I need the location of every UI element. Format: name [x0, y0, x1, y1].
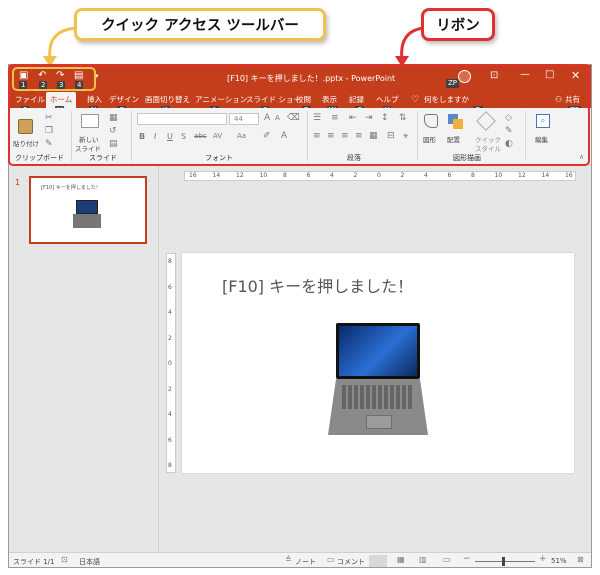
laptop-image[interactable] [328, 321, 428, 437]
reading-view-icon[interactable]: ▥ [419, 556, 427, 564]
ruler-tick-label: 4 [168, 411, 172, 418]
notes-icon: ≙ [285, 555, 292, 564]
status-bar: スライド 1/1 ⊡ 日本語 ≙ ノート ▭ コメント ▦ ▥ ▭ − + 51… [9, 552, 591, 567]
zoom-slider[interactable] [475, 561, 535, 562]
accessibility-icon[interactable]: ⊡ [61, 556, 68, 564]
slide-sorter-icon[interactable]: ▦ [397, 556, 405, 564]
ruler-tick-label: 2 [168, 334, 172, 342]
thumbnail-title: [F10] キーを押しました！ [41, 185, 101, 191]
laptop-touchpad [366, 415, 392, 429]
ruler-tick-label: 12 [518, 172, 526, 179]
language-indicator[interactable]: 日本語 [79, 557, 100, 567]
ruler-tick-label: 4 [168, 309, 172, 316]
slide-canvas[interactable]: [F10] キーを押しました！ [182, 253, 574, 473]
zoom-slider-thumb[interactable] [502, 557, 505, 566]
horizontal-ruler: 16 14 12 10 8 6 4 2 0 2 4 6 8 10 12 14 16 [184, 171, 576, 181]
slide-editor: 16 14 12 10 8 6 4 2 0 2 4 6 8 10 12 14 16 8 6 4 2 0 2 4 6 8 [F10… [160, 166, 591, 552]
ruler-tick-label: 16 [565, 172, 573, 179]
thumbnail-pane: 1 [F10] キーを押しました！ [9, 166, 159, 552]
thumbnail-number: 1 [15, 178, 21, 187]
ruler-tick-label: 0 [377, 172, 381, 179]
ruler-tick-label: 8 [168, 462, 172, 469]
ribbon-callout: リボン [421, 8, 495, 41]
thumbnail-laptop-base [73, 214, 101, 228]
laptop-keys [342, 385, 414, 409]
ribbon-arrow [395, 26, 425, 67]
zoom-level[interactable]: 51% [551, 557, 567, 565]
qat-callout: クイック アクセス ツールバー [74, 8, 326, 41]
ruler-tick-label: 6 [306, 172, 311, 179]
ruler-tick-label: 14 [541, 172, 550, 179]
normal-view-button[interactable] [369, 555, 387, 567]
vertical-ruler: 8 6 4 2 0 2 4 6 8 [166, 253, 176, 473]
laptop-screen [336, 323, 420, 379]
ruler-tick-label: 6 [168, 436, 172, 444]
ruler-tick-label: 14 [212, 172, 221, 179]
slide-indicator: スライド 1/1 [13, 558, 55, 566]
ruler-tick-label: 4 [424, 172, 428, 179]
ruler-tick-label: 16 [189, 172, 197, 179]
fit-to-window-icon[interactable]: ⊠ [577, 556, 584, 564]
slideshow-icon[interactable]: ▭ [443, 556, 451, 564]
ruler-tick-label: 2 [400, 172, 405, 179]
slide-title[interactable]: [F10] キーを押しました！ [222, 273, 413, 297]
comments-button[interactable]: コメント [337, 557, 365, 567]
ribbon-highlight-box [8, 64, 590, 166]
notes-button[interactable]: ノート [295, 557, 316, 567]
thumbnail-laptop-screen [76, 200, 98, 214]
zoom-in-icon[interactable]: + [539, 555, 547, 564]
ruler-tick-label: 6 [168, 283, 172, 291]
ribbon-callout-label: リボン [436, 18, 480, 34]
slide-thumbnail[interactable]: [F10] キーを押しました！ [29, 176, 147, 244]
zoom-out-icon[interactable]: − [463, 555, 471, 564]
ruler-tick-label: 8 [471, 172, 475, 179]
ruler-tick-label: 2 [168, 385, 172, 393]
ruler-tick-label: 2 [353, 172, 358, 179]
ruler-tick-label: 10 [259, 172, 268, 179]
laptop-keyboard [328, 379, 428, 435]
ruler-tick-label: 10 [494, 172, 503, 179]
ruler-tick-label: 12 [236, 172, 244, 179]
ruler-tick-label: 0 [168, 360, 172, 367]
qat-callout-label: クイック アクセス ツールバー [101, 18, 299, 34]
ruler-tick-label: 8 [283, 172, 287, 179]
qat-arrow [43, 26, 77, 67]
ruler-tick-label: 6 [447, 172, 452, 179]
laptop-screen-display [339, 326, 417, 376]
ruler-tick-label: 4 [330, 172, 334, 179]
ruler-tick-label: 8 [168, 258, 172, 265]
comments-icon: ▭ [327, 555, 335, 564]
